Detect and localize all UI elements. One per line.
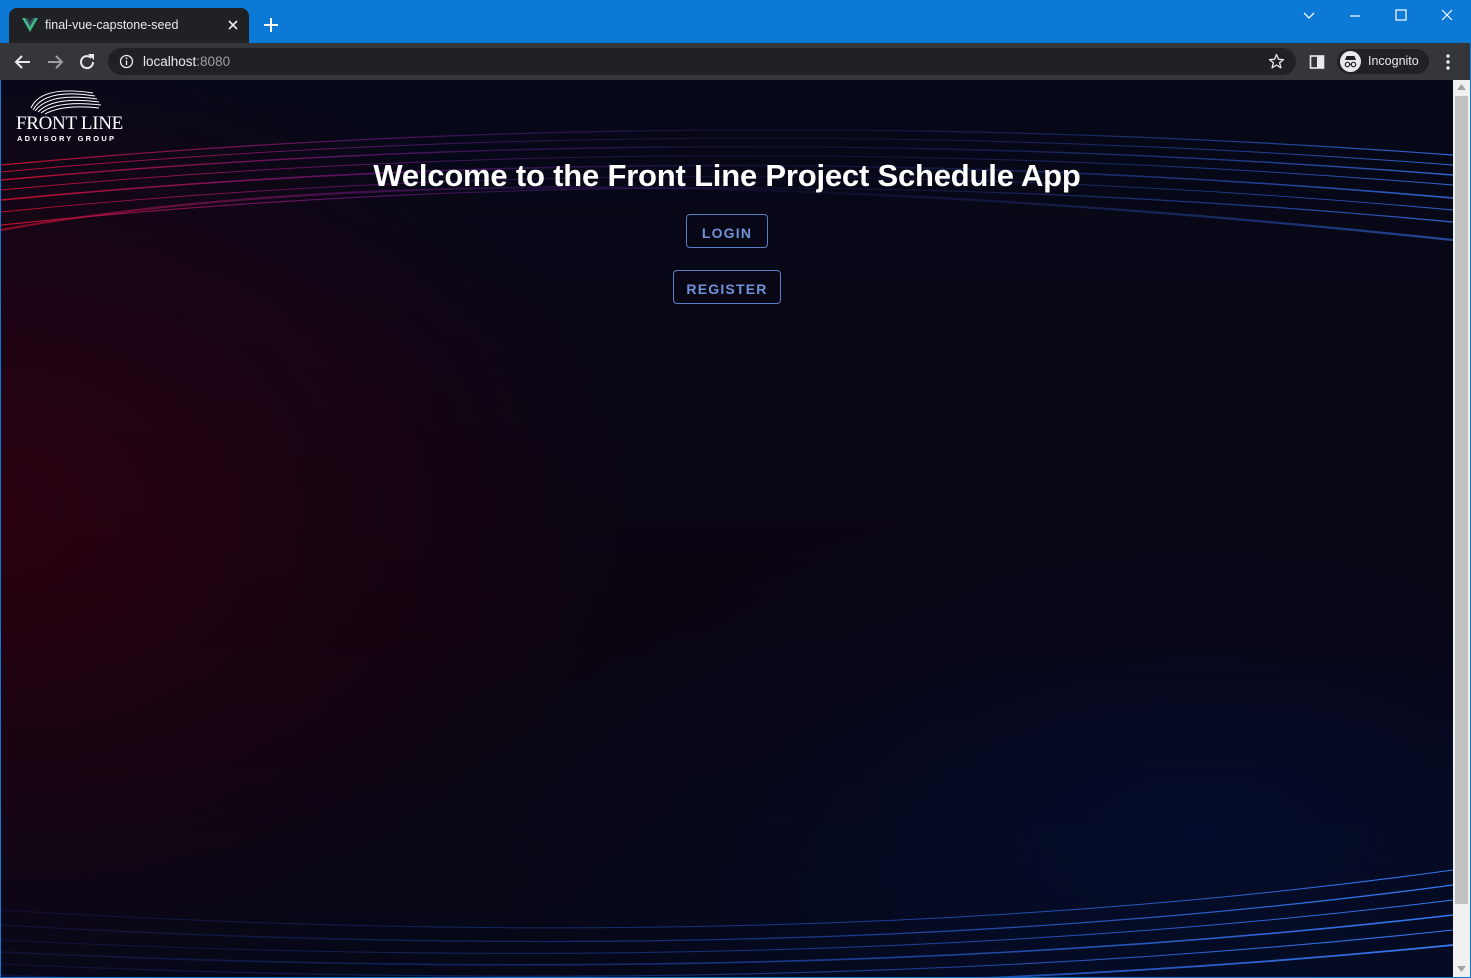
browser-toolbar: localhost:8080 Incognito — [0, 43, 1471, 80]
minimize-icon[interactable] — [1340, 6, 1370, 26]
page-title: Welcome to the Front Line Project Schedu… — [373, 158, 1081, 193]
browser-title-bar: final-vue-capstone-seed — [0, 0, 1471, 43]
flag-wave-logo-icon — [30, 90, 102, 115]
plus-icon — [264, 18, 278, 32]
incognito-label: Incognito — [1368, 54, 1419, 68]
new-tab-button[interactable] — [261, 15, 281, 35]
info-icon[interactable] — [119, 54, 134, 69]
incognito-profile-button[interactable]: Incognito — [1337, 49, 1429, 74]
url-text: localhost:8080 — [143, 54, 230, 69]
side-panel-icon[interactable] — [1309, 54, 1325, 70]
url-host: localhost — [143, 54, 197, 69]
reload-icon[interactable] — [76, 51, 98, 73]
vertical-scrollbar[interactable] — [1453, 80, 1470, 977]
url-port: :8080 — [196, 54, 231, 69]
maximize-icon[interactable] — [1386, 6, 1416, 26]
star-icon[interactable] — [1268, 53, 1285, 70]
kebab-menu-icon[interactable] — [1442, 53, 1454, 71]
front-line-logo: FRONT LINE ADVISORY GROUP — [15, 86, 123, 143]
scroll-down-arrow-icon[interactable] — [1457, 966, 1466, 972]
logo-sub-text: ADVISORY GROUP — [17, 134, 117, 143]
scroll-up-arrow-icon[interactable] — [1457, 84, 1466, 90]
window-close-icon[interactable] — [1432, 6, 1462, 26]
vue-logo-icon — [22, 18, 38, 32]
logo-main-text: FRONT LINE — [16, 113, 123, 134]
forward-arrow-icon[interactable] — [44, 51, 66, 73]
login-button[interactable]: LOGIN — [686, 214, 768, 248]
tab-title: final-vue-capstone-seed — [45, 18, 179, 32]
register-button[interactable]: REGISTER — [673, 270, 781, 304]
page-viewport: FRONT LINE ADVISORY GROUP Welcome to the… — [1, 80, 1453, 977]
back-arrow-icon[interactable] — [12, 51, 34, 73]
address-bar[interactable]: localhost:8080 — [108, 48, 1296, 75]
scrollbar-thumb[interactable] — [1455, 96, 1468, 904]
tab-search-chevron-icon[interactable] — [1294, 6, 1324, 26]
close-icon[interactable] — [225, 17, 241, 33]
window-border-left — [0, 80, 1, 978]
browser-tab[interactable]: final-vue-capstone-seed — [9, 8, 249, 43]
incognito-icon — [1340, 51, 1361, 72]
